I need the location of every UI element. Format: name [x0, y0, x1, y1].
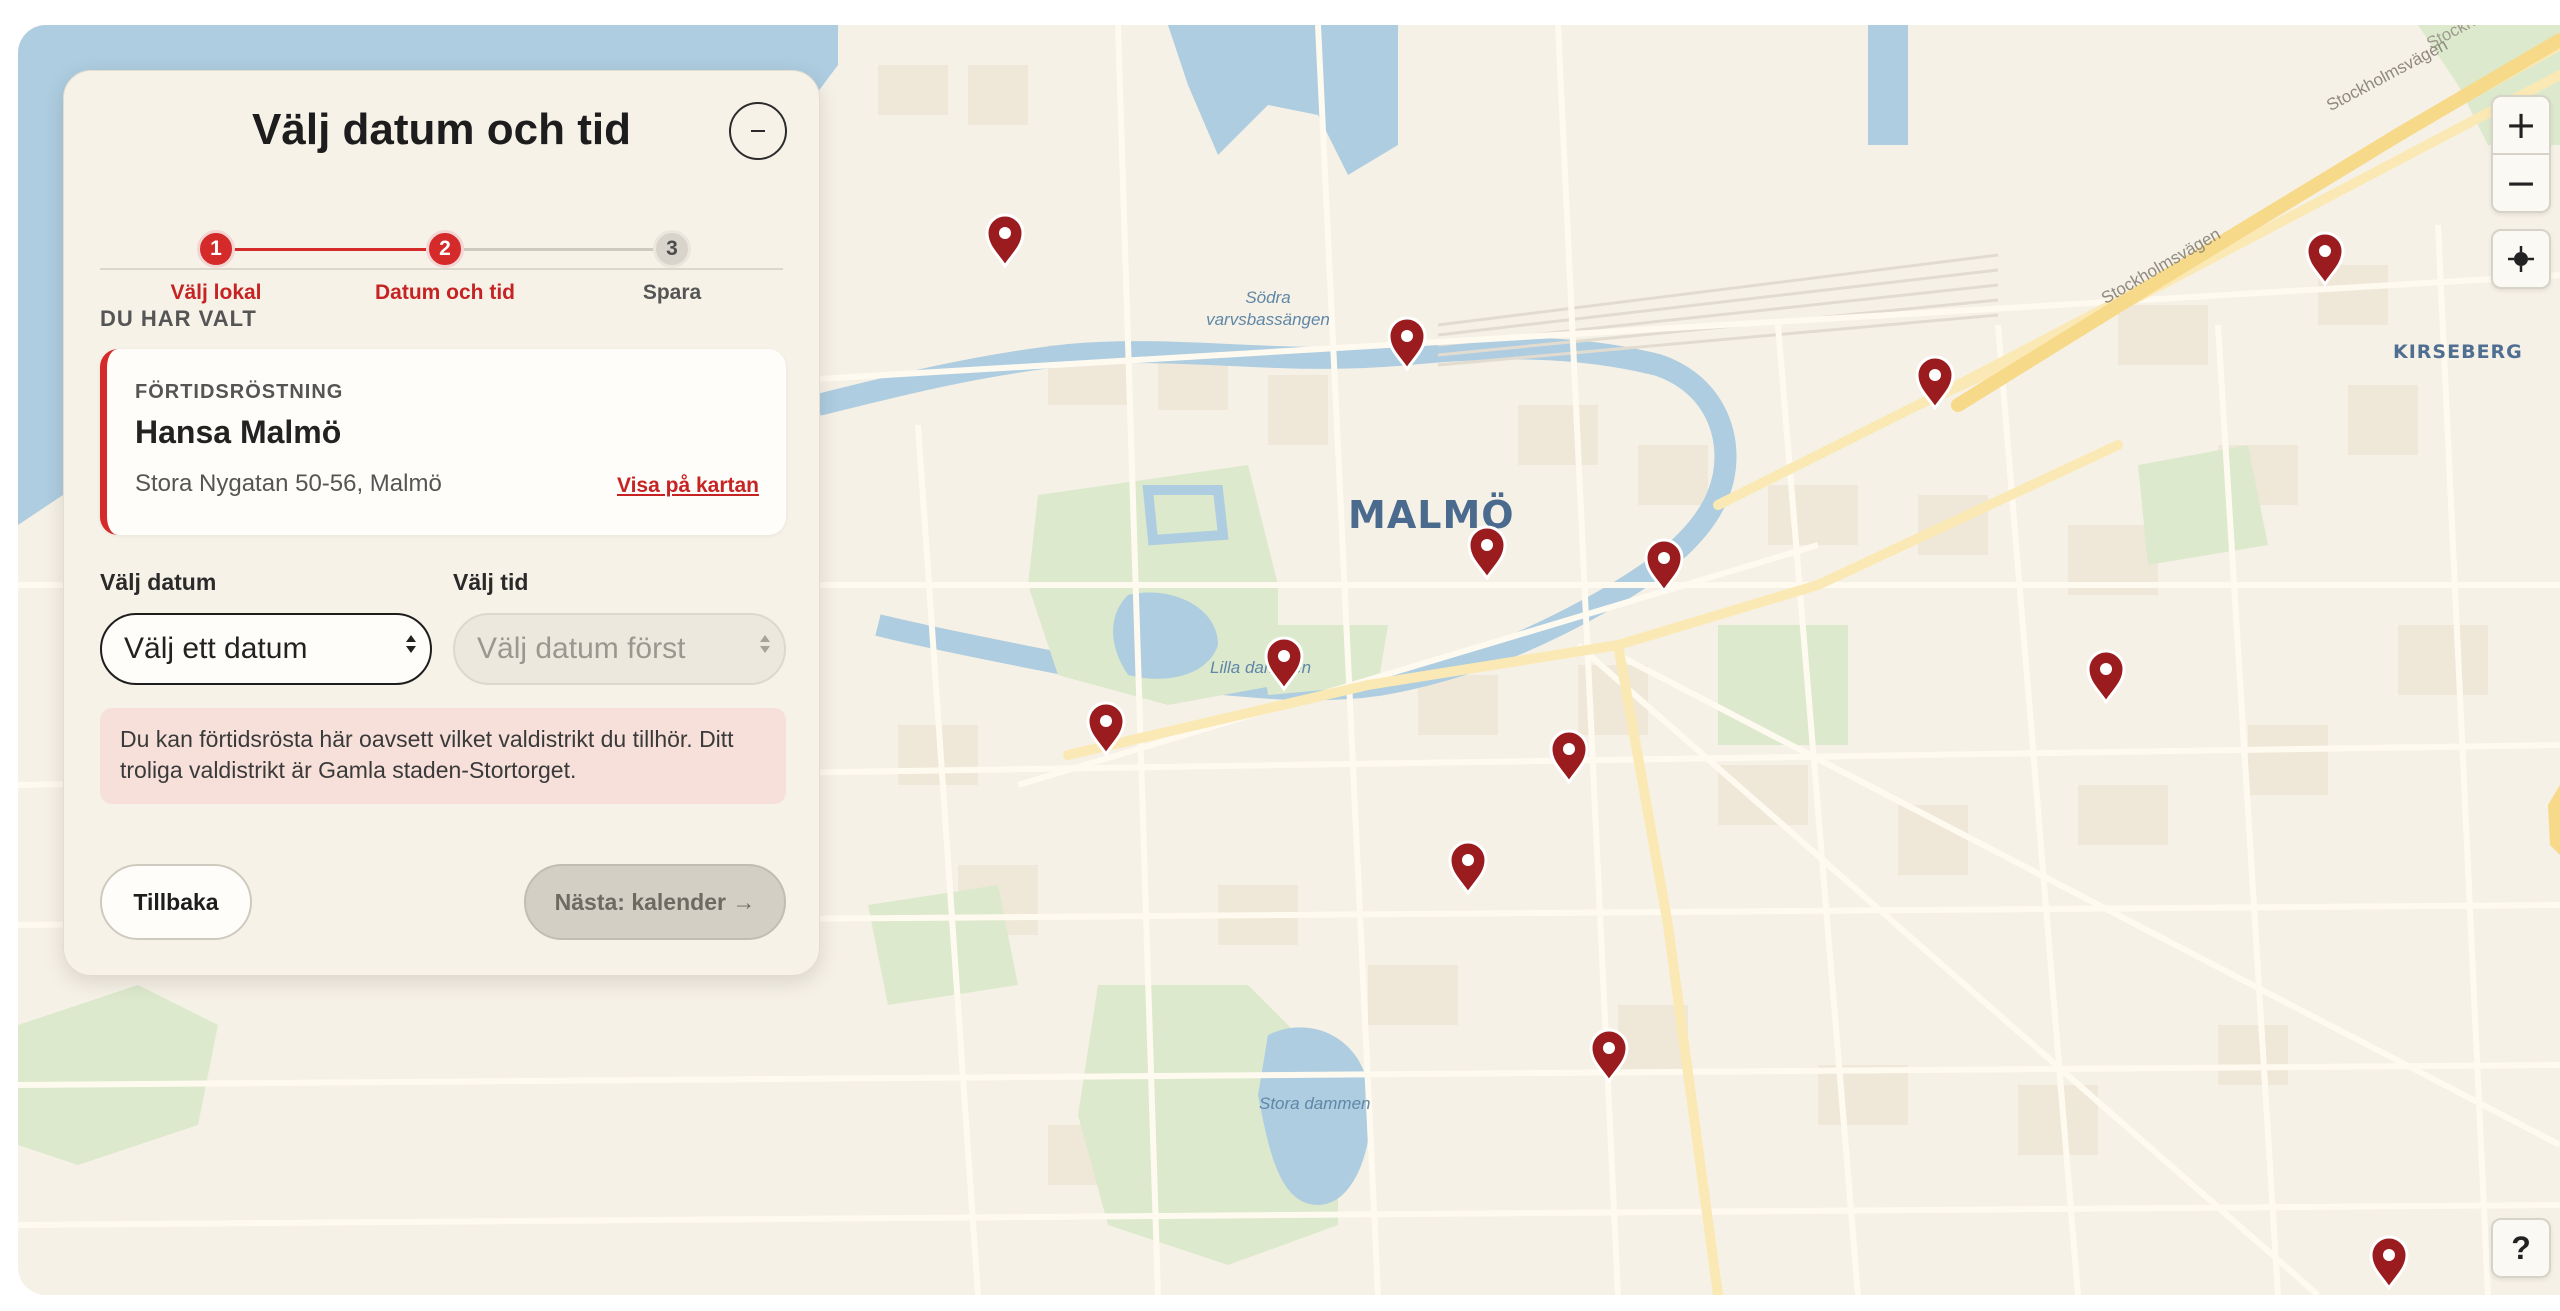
map-pin-icon	[1589, 1028, 1629, 1084]
help-button[interactable]: ?	[2491, 1218, 2551, 1278]
step-connector	[232, 248, 426, 251]
district-label: KIRSEBERG	[2393, 341, 2523, 363]
step-connector	[464, 248, 658, 251]
step-3-label: Spara	[642, 281, 702, 304]
back-button[interactable]: Tillbaka	[100, 864, 252, 940]
step-1-label: Välj lokal	[170, 281, 262, 304]
zoom-control: + −	[2491, 95, 2551, 213]
divider	[100, 268, 783, 270]
select-arrows-icon	[760, 635, 770, 653]
polling-location-marker[interactable]	[1587, 1027, 1631, 1084]
selected-heading: DU HAR VALT	[100, 306, 257, 331]
crosshair-icon	[2508, 246, 2534, 272]
map-pin-icon	[1387, 316, 1427, 372]
polling-location-marker[interactable]	[2303, 230, 2347, 287]
map-pin-icon	[1467, 525, 1507, 581]
selected-location-card: FÖRTIDSRÖSTNING Hansa Malmö Stora Nygata…	[100, 349, 786, 535]
minimize-button[interactable]	[729, 102, 787, 160]
polling-location-marker[interactable]	[1547, 728, 1591, 785]
water-label-sodra-varvsbassangen: Södra varvsbassängen	[1206, 288, 1330, 329]
time-select: Välj datum först	[453, 613, 786, 685]
polling-location-marker[interactable]	[2367, 1234, 2411, 1291]
district-info-note: Du kan förtidsrösta här oavsett vilket v…	[100, 708, 786, 804]
map-pin-icon	[1915, 355, 1955, 411]
zoom-out-button[interactable]: −	[2493, 153, 2549, 211]
map-pin-icon	[1644, 538, 1684, 594]
show-on-map-link[interactable]: Visa på kartan	[617, 474, 759, 498]
step-2-circle: 2	[426, 230, 464, 268]
map-pin-icon	[1264, 636, 1304, 692]
time-select-value: Välj datum först	[477, 632, 686, 665]
map-pin-icon	[1448, 840, 1488, 896]
step-2-label: Datum och tid	[375, 281, 515, 304]
select-arrows-icon	[406, 635, 416, 653]
polling-location-marker[interactable]	[1465, 524, 1509, 581]
map-pin-icon	[2369, 1235, 2409, 1291]
date-select[interactable]: Välj ett datum	[100, 613, 432, 685]
polling-location-marker[interactable]	[2084, 648, 2128, 705]
date-label: Välj datum	[100, 569, 217, 595]
date-select-value: Välj ett datum	[124, 632, 308, 665]
locate-button[interactable]	[2491, 229, 2551, 289]
booking-panel: Välj datum och tid 1 Välj lokal 2 Datum …	[63, 70, 820, 976]
polling-location-marker[interactable]	[1262, 635, 1306, 692]
polling-location-marker[interactable]	[983, 212, 1027, 269]
zoom-in-button[interactable]: +	[2493, 97, 2549, 153]
polling-location-marker[interactable]	[1913, 354, 1957, 411]
panel-title: Välj datum och tid	[252, 105, 631, 154]
progress-stepper: 1 Välj lokal 2 Datum och tid 3 Spara	[64, 161, 821, 304]
location-address: Stora Nygatan 50-56, Malmö	[135, 470, 442, 497]
step-1-circle: 1	[197, 230, 235, 268]
polling-location-marker[interactable]	[1084, 700, 1128, 757]
polling-location-marker[interactable]	[1642, 537, 1686, 594]
polling-location-marker[interactable]	[1446, 839, 1490, 896]
map-pin-icon	[1086, 701, 1126, 757]
location-name: Hansa Malmö	[135, 414, 342, 450]
step-3-circle: 3	[653, 230, 691, 268]
map-pin-icon	[985, 213, 1025, 269]
map-pin-icon	[2305, 231, 2345, 287]
minus-icon	[751, 130, 765, 132]
polling-location-marker[interactable]	[1385, 315, 1429, 372]
water-label-stora-dammen: Stora dammen	[1259, 1094, 1371, 1113]
map-pin-icon	[1549, 729, 1589, 785]
location-type: FÖRTIDSRÖSTNING	[135, 381, 344, 403]
next-calendar-button: Nästa: kalender →	[524, 864, 786, 940]
map-pin-icon	[2086, 649, 2126, 705]
time-label: Välj tid	[453, 569, 529, 595]
